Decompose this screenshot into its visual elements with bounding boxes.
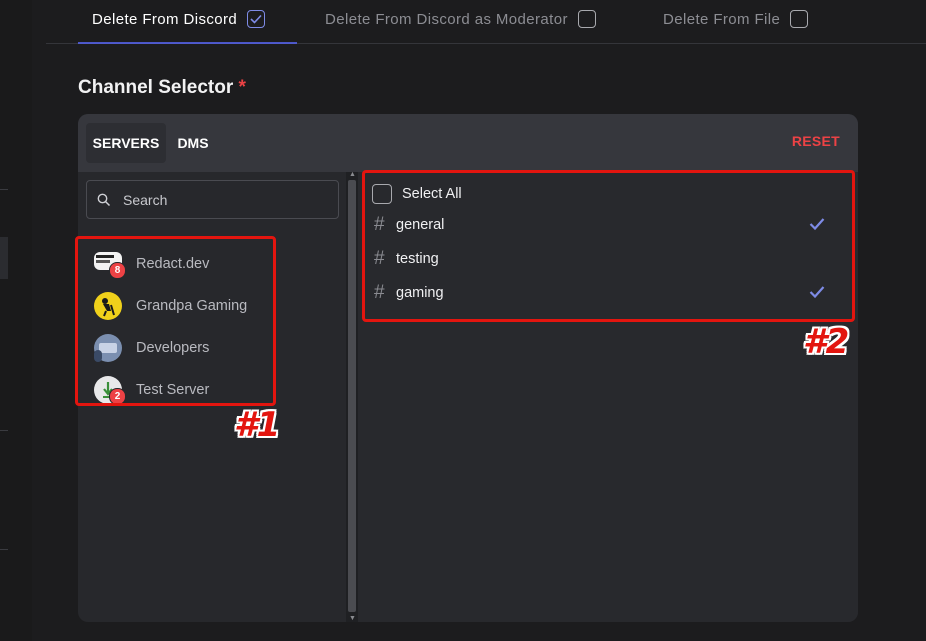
checkbox[interactable] — [790, 10, 809, 28]
tab-label: Delete From File — [663, 10, 781, 28]
left-rail — [0, 0, 32, 641]
rail-divider — [0, 189, 8, 190]
scrollbar-thumb[interactable] — [348, 180, 356, 612]
tab-delete-as-moderator[interactable]: Delete From Discord as Moderator — [325, 0, 596, 38]
reset-button[interactable]: RESET — [792, 133, 840, 149]
rail-divider — [0, 549, 8, 550]
search-box[interactable] — [86, 180, 339, 219]
tab-servers[interactable]: SERVERS — [86, 123, 166, 163]
section-title: Channel Selector * — [78, 77, 246, 99]
annotation-label-2: #2 — [803, 322, 849, 362]
search-icon — [97, 193, 111, 206]
checkbox-checked[interactable] — [247, 10, 266, 28]
checkbox[interactable] — [577, 10, 596, 28]
active-tab-underline — [78, 42, 297, 44]
annotation-box-2 — [362, 170, 855, 322]
tab-label: Delete From Discord as Moderator — [325, 10, 568, 28]
tab-label: Delete From Discord — [92, 10, 238, 28]
scrollbar[interactable]: ▲ ▼ — [346, 171, 358, 622]
section-title-text: Channel Selector — [78, 77, 234, 98]
annotation-label-1: #1 — [234, 405, 280, 445]
scroll-up-arrow-icon[interactable]: ▲ — [349, 171, 356, 178]
mode-tabs: Delete From Discord Delete From Discord … — [46, 0, 926, 44]
rail-selected-item[interactable] — [0, 237, 8, 279]
tab-delete-from-file[interactable]: Delete From File — [663, 0, 809, 38]
tab-dms[interactable]: DMS — [170, 123, 216, 163]
annotation-box-1 — [75, 236, 276, 406]
tab-delete-from-discord[interactable]: Delete From Discord — [92, 0, 266, 38]
check-icon — [250, 14, 262, 24]
scroll-down-arrow-icon[interactable]: ▼ — [349, 615, 356, 622]
required-mark: * — [238, 77, 246, 98]
rail-divider — [0, 430, 8, 431]
panel-header: SERVERS DMS RESET — [78, 114, 858, 172]
search-input[interactable] — [121, 190, 325, 209]
